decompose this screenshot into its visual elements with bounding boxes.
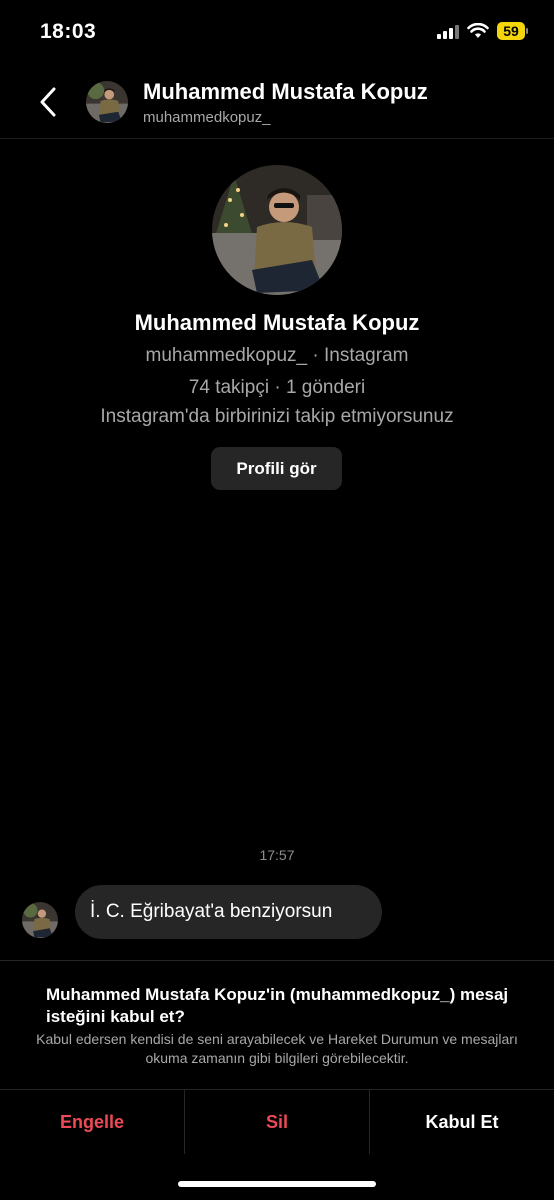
accept-button[interactable]: Kabul Et [370,1090,554,1154]
message-text: İ. C. Eğribayat'a benziyorsun [90,901,333,922]
profile-stats: 74 takipçi · 1 gönderi [188,377,366,398]
header-username: muhammedkopuz_ [143,109,271,126]
home-indicator[interactable] [178,1181,376,1187]
header-divider [0,138,554,139]
sender-avatar[interactable] [22,902,58,938]
status-time: 18:03 [40,20,97,43]
cellular-signal-icon [437,23,459,39]
message-timestamp: 17:57 [259,847,295,863]
back-button[interactable] [32,84,64,120]
header-avatar[interactable] [86,81,128,123]
profile-name: Muhammed Mustafa Kopuz [134,310,420,335]
avatar-image [86,81,128,123]
follow-status-note: Instagram'da birbirinizi takip etmiyorsu… [100,406,454,427]
message-bubble[interactable]: İ. C. Eğribayat'a benziyorsun [75,885,382,939]
block-button[interactable]: Engelle [0,1090,184,1154]
request-title: Muhammed Mustafa Kopuz'in (muhammedkopuz… [46,985,509,1026]
profile-avatar[interactable] [212,165,342,295]
chevron-left-icon [40,87,56,117]
profile-subtitle: muhammedkopuz_ · Instagram [145,345,409,366]
view-profile-button[interactable]: Profili gör [211,447,342,490]
header-name[interactable]: Muhammed Mustafa Kopuz [143,79,428,105]
delete-button[interactable]: Sil [185,1090,369,1154]
battery-icon: 59 [497,22,528,40]
panel-divider [0,960,554,961]
battery-level: 59 [497,22,525,40]
wifi-icon [467,23,489,38]
profile-photo [212,165,342,295]
request-description: Kabul edersen kendisi de seni arayabilec… [36,1031,518,1066]
status-icons: 59 [437,22,528,40]
avatar-image [22,902,58,938]
